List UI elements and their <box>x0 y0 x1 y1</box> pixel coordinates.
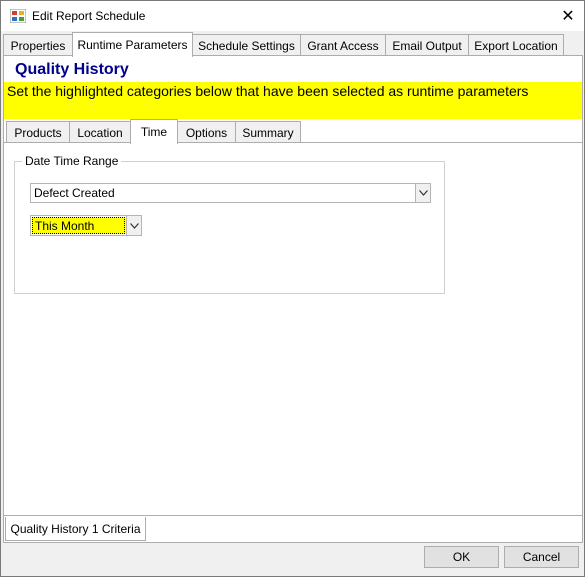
tab-products[interactable]: Products <box>6 121 70 143</box>
window-title: Edit Report Schedule <box>32 9 146 23</box>
date-field-value: Defect Created <box>34 186 115 200</box>
tab-summary[interactable]: Summary <box>235 121 301 143</box>
runtime-parameters-page: Quality History Set the highlighted cate… <box>3 55 583 543</box>
edit-report-schedule-dialog: Edit Report Schedule ✕ Properties Runtim… <box>0 0 585 577</box>
tab-grant-access[interactable]: Grant Access <box>300 34 386 56</box>
tab-export-location[interactable]: Export Location <box>468 34 564 56</box>
tab-properties[interactable]: Properties <box>3 34 73 56</box>
close-button[interactable]: ✕ <box>552 1 584 31</box>
tab-options[interactable]: Options <box>177 121 236 143</box>
tab-runtime-parameters[interactable]: Runtime Parameters <box>72 32 193 57</box>
period-value: This Month <box>32 217 125 234</box>
ok-button[interactable]: OK <box>424 546 499 568</box>
group-label: Date Time Range <box>22 154 122 168</box>
tab-location[interactable]: Location <box>69 121 131 143</box>
instructions-banner: Set the highlighted categories below tha… <box>4 82 582 119</box>
date-field-dropdown[interactable]: Defect Created <box>30 183 431 203</box>
time-page: Date Time Range Defect Created This Mont… <box>4 142 582 516</box>
tab-time[interactable]: Time <box>130 119 178 144</box>
tab-criteria[interactable]: Quality History 1 Criteria <box>5 517 146 541</box>
title-bar: Edit Report Schedule ✕ <box>1 1 584 31</box>
cancel-button[interactable]: Cancel <box>504 546 579 568</box>
close-icon: ✕ <box>561 8 575 25</box>
period-dropdown[interactable]: This Month <box>30 215 142 236</box>
chevron-down-icon[interactable] <box>415 184 430 202</box>
tab-schedule-settings[interactable]: Schedule Settings <box>192 34 301 56</box>
app-icon <box>10 9 26 23</box>
tab-email-output[interactable]: Email Output <box>385 34 469 56</box>
report-title: Quality History <box>15 61 129 78</box>
chevron-down-icon[interactable] <box>126 216 141 235</box>
date-time-range-group: Date Time Range Defect Created This Mont… <box>14 154 445 294</box>
